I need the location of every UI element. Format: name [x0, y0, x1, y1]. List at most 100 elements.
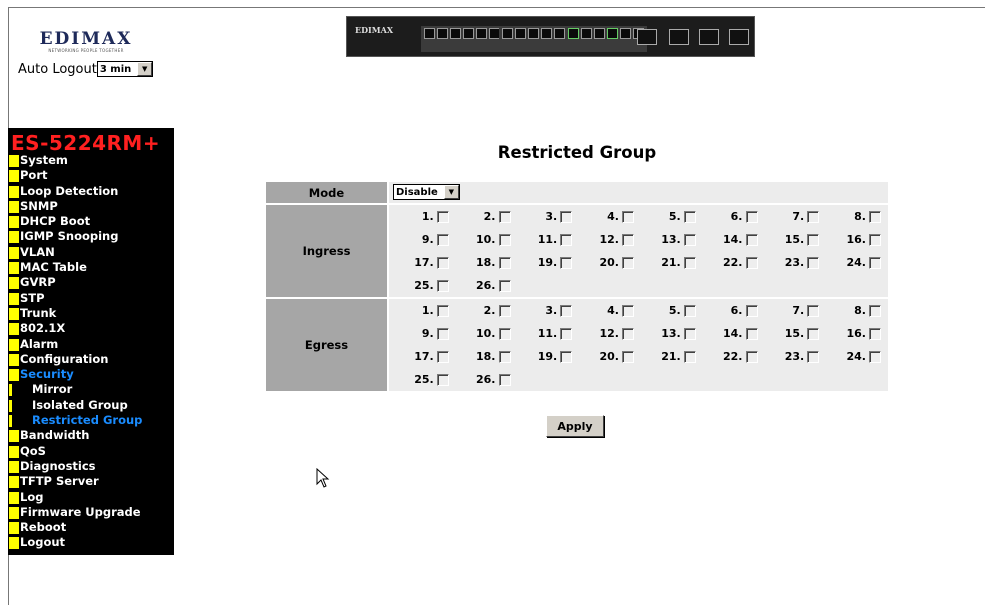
ingress-port-checkbox[interactable] [436, 256, 449, 269]
menu-marker-icon [9, 338, 19, 351]
egress-port-checkbox[interactable] [498, 327, 511, 340]
egress-port-checkbox[interactable] [436, 373, 449, 386]
egress-port-checkbox[interactable] [560, 327, 573, 340]
egress-port-checkbox[interactable] [622, 327, 634, 340]
menu-marker-icon [9, 430, 19, 443]
sidebar-item[interactable]: Reboot [9, 520, 173, 535]
ingress-port-checkbox[interactable] [683, 233, 696, 246]
menu-marker-icon [9, 491, 19, 504]
sidebar-item[interactable]: STP [9, 291, 173, 306]
ingress-port-checkbox[interactable] [498, 256, 511, 269]
egress-port-checkbox[interactable] [436, 350, 449, 363]
apply-button[interactable]: Apply [546, 415, 604, 437]
port-number: 2. [483, 304, 496, 317]
sidebar-item[interactable]: Security [9, 367, 173, 382]
egress-port-checkbox[interactable] [560, 350, 573, 363]
sidebar-item[interactable]: Configuration [9, 352, 173, 367]
egress-port-cell: 7. [763, 299, 825, 322]
ingress-port-checkbox[interactable] [869, 210, 881, 223]
egress-port-checkbox[interactable] [745, 304, 758, 317]
ingress-port-checkbox[interactable] [807, 256, 820, 269]
ingress-port-checkbox[interactable] [560, 256, 573, 269]
ingress-port-checkbox[interactable] [745, 233, 758, 246]
ingress-port-checkbox[interactable] [622, 256, 634, 269]
ingress-port-checkbox[interactable] [436, 210, 449, 223]
egress-port-cell: 9. [392, 322, 454, 345]
sidebar-item[interactable]: Trunk [9, 306, 173, 321]
sidebar-item[interactable]: 802.1X [9, 321, 173, 336]
sidebar-item[interactable]: IGMP Snooping [9, 229, 173, 244]
sidebar-item[interactable]: TFTP Server [9, 474, 173, 489]
sidebar-item[interactable]: Firmware Upgrade [9, 505, 173, 520]
ingress-port-checkbox[interactable] [560, 233, 573, 246]
sidebar-item[interactable]: System [9, 153, 173, 168]
sidebar-item[interactable]: Log [9, 490, 173, 505]
egress-port-checkbox[interactable] [436, 304, 449, 317]
ingress-port-checkbox[interactable] [807, 210, 820, 223]
page-title: Restricted Group [497, 143, 657, 162]
ingress-port-checkbox[interactable] [807, 233, 820, 246]
egress-port-checkbox[interactable] [622, 304, 634, 317]
mode-select[interactable]: Disable ▼ [393, 184, 460, 200]
ingress-port-checkbox[interactable] [622, 210, 634, 223]
egress-port-checkbox[interactable] [436, 327, 449, 340]
sidebar-item[interactable]: Logout [9, 535, 173, 550]
egress-port-checkbox[interactable] [683, 327, 696, 340]
egress-port-checkbox[interactable] [683, 350, 696, 363]
ingress-port-checkbox[interactable] [436, 279, 449, 292]
ingress-port-checkbox[interactable] [436, 233, 449, 246]
sidebar-item[interactable]: GVRP [9, 275, 173, 290]
ingress-port-cell: 25. [392, 274, 454, 297]
egress-port-checkbox[interactable] [869, 350, 881, 363]
dropdown-arrow-icon[interactable]: ▼ [137, 62, 153, 76]
sidebar-item[interactable]: DHCP Boot [9, 214, 173, 229]
sidebar-item[interactable]: QoS [9, 444, 173, 459]
egress-port-checkbox[interactable] [745, 327, 758, 340]
ingress-port-cell: 3. [516, 205, 578, 228]
ingress-port-checkbox[interactable] [498, 210, 511, 223]
sidebar-item[interactable]: Loop Detection [9, 184, 173, 199]
ingress-port-checkbox[interactable] [745, 210, 758, 223]
sidebar-item[interactable]: Bandwidth [9, 428, 173, 443]
ingress-port-checkbox[interactable] [869, 256, 881, 269]
sidebar-item[interactable]: Alarm [9, 337, 173, 352]
egress-port-cell: 11. [516, 322, 578, 345]
port-number: 21. [661, 350, 681, 363]
ingress-port-checkbox[interactable] [683, 210, 696, 223]
sidebar-item[interactable]: MAC Table [9, 260, 173, 275]
ingress-port-checkbox[interactable] [683, 256, 696, 269]
egress-port-checkbox[interactable] [622, 350, 634, 363]
ingress-port-checkbox[interactable] [869, 233, 881, 246]
sidebar-item[interactable]: Port [9, 168, 173, 183]
auto-logout-select[interactable]: 3 min ▼ [96, 61, 154, 77]
sidebar-item[interactable]: Mirror [9, 382, 173, 397]
mouse-cursor-icon [316, 467, 330, 492]
ingress-port-checkbox[interactable] [498, 279, 511, 292]
ingress-port-checkbox[interactable] [560, 210, 573, 223]
egress-port-checkbox[interactable] [869, 327, 881, 340]
sidebar-item[interactable]: SNMP [9, 199, 173, 214]
ingress-port-cell: 24. [824, 251, 886, 274]
dropdown-arrow-icon[interactable]: ▼ [443, 185, 459, 199]
port-group-1 [421, 26, 503, 52]
ingress-port-checkbox[interactable] [622, 233, 634, 246]
egress-port-checkbox[interactable] [807, 350, 820, 363]
sidebar-item[interactable]: Restricted Group [9, 413, 173, 428]
sidebar-item[interactable]: Isolated Group [9, 398, 173, 413]
egress-port-checkbox[interactable] [498, 350, 511, 363]
sidebar-item[interactable]: Diagnostics [9, 459, 173, 474]
port-group-3 [565, 26, 647, 52]
ingress-port-checkbox[interactable] [745, 256, 758, 269]
port-icon [581, 28, 592, 39]
egress-port-checkbox[interactable] [807, 304, 820, 317]
egress-port-checkbox[interactable] [498, 373, 511, 386]
sidebar-item[interactable]: VLAN [9, 245, 173, 260]
egress-port-checkbox[interactable] [745, 350, 758, 363]
ingress-port-checkbox[interactable] [498, 233, 511, 246]
egress-port-checkbox[interactable] [683, 304, 696, 317]
menu-marker-icon [9, 200, 19, 213]
egress-port-checkbox[interactable] [560, 304, 573, 317]
egress-port-checkbox[interactable] [498, 304, 511, 317]
egress-port-checkbox[interactable] [807, 327, 820, 340]
egress-port-checkbox[interactable] [869, 304, 881, 317]
